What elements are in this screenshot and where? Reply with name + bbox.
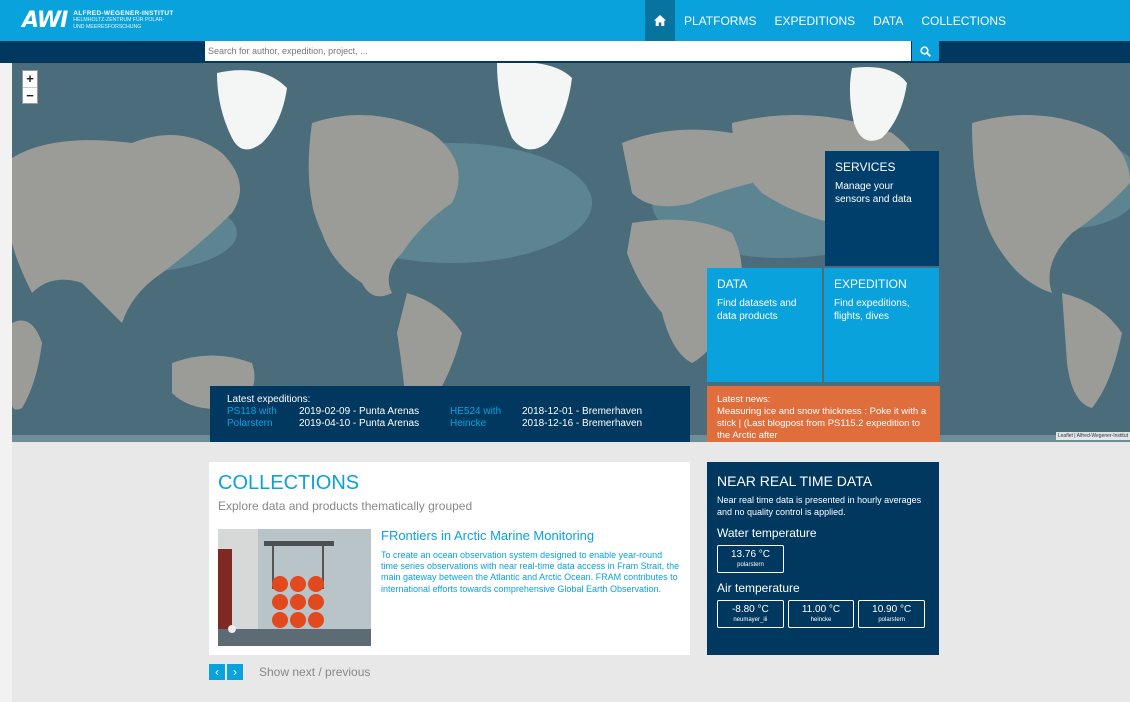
- expedition-entry: HE524 with Heincke 2018-12-01 - Bremerha…: [450, 406, 673, 430]
- latest-news-header: Latest news:: [717, 394, 771, 405]
- water-temp-reading[interactable]: 13.76 °C polarstern: [717, 545, 784, 573]
- nav-home-button[interactable]: [645, 0, 675, 41]
- services-tile[interactable]: SERVICES Manage your sensors and data: [825, 151, 939, 266]
- logo-line-1: ALFRED-WEGENER-INSTITUT: [73, 10, 174, 17]
- collections-title[interactable]: COLLECTIONS: [218, 472, 681, 495]
- expedition-name-line2: Heincke: [450, 418, 487, 429]
- nav-collections[interactable]: COLLECTIONS: [912, 0, 1015, 41]
- zoom-in-button[interactable]: +: [23, 71, 37, 87]
- reading-value: 11.00 °C: [801, 604, 841, 615]
- expedition-tile[interactable]: EXPEDITION Find expeditions, flights, di…: [824, 268, 939, 382]
- expedition-end: 2019-04-10 - Punta Arenas: [299, 418, 420, 429]
- logo-text: ALFRED-WEGENER-INSTITUT HELMHOLTZ-ZENTRU…: [73, 10, 173, 31]
- reading-station: polarstern: [737, 562, 764, 568]
- water-temperature-label: Water temperature: [717, 526, 817, 540]
- collection-item-description: To create an ocean observation system de…: [381, 550, 680, 594]
- expedition-name-line1: PS118 with: [227, 406, 277, 417]
- latest-news-panel[interactable]: Latest news: Measuring ice and snow thic…: [707, 386, 940, 442]
- map-attribution[interactable]: Leaflet | Alfred-Wegener-Institut: [1055, 432, 1130, 440]
- search-input[interactable]: [205, 41, 911, 61]
- main-nav: PLATFORMS EXPEDITIONS DATA COLLECTIONS: [645, 0, 1015, 41]
- expedition-start: 2018-12-01 - Bremerhaven: [522, 406, 643, 417]
- reading-value: -8.80 °C: [731, 604, 769, 615]
- reading-value: 13.76 °C: [730, 549, 771, 560]
- top-bar: AWI ALFRED-WEGENER-INSTITUT HELMHOLTZ-ZE…: [0, 0, 1130, 41]
- awi-logo[interactable]: AWI ALFRED-WEGENER-INSTITUT HELMHOLTZ-ZE…: [22, 8, 174, 33]
- pager-label: Show next / previous: [259, 665, 371, 679]
- collection-item-title[interactable]: FRontiers in Arctic Marine Monitoring: [381, 528, 594, 543]
- previous-button[interactable]: ‹: [209, 664, 225, 680]
- reading-value: 10.90 °C: [872, 604, 912, 615]
- expedition-end: 2018-12-16 - Bremerhaven: [522, 418, 643, 429]
- zoom-out-button[interactable]: −: [23, 87, 37, 103]
- latest-expeditions-header: Latest expeditions:: [227, 394, 311, 405]
- expedition-start: 2019-02-09 - Punta Arenas: [299, 406, 420, 417]
- air-temperature-label: Air temperature: [717, 581, 800, 595]
- logo-line-3: UND MEERESFORSCHUNG: [73, 24, 142, 30]
- next-button[interactable]: ›: [227, 664, 243, 680]
- nav-platforms[interactable]: PLATFORMS: [675, 0, 765, 41]
- expedition-title: EXPEDITION: [834, 277, 907, 291]
- expedition-link-ps118[interactable]: PS118 with Polarstern: [227, 406, 299, 430]
- logo-mark: AWI: [22, 8, 68, 33]
- collection-image[interactable]: [218, 529, 371, 646]
- collections-subtitle: Explore data and products thematically g…: [218, 499, 473, 513]
- search-bar: [0, 41, 1130, 63]
- home-icon: [654, 15, 666, 26]
- collections-panel: COLLECTIONS Explore data and products th…: [209, 462, 690, 655]
- search-icon: [920, 45, 931, 57]
- nrt-title: NEAR REAL TIME DATA: [717, 473, 873, 489]
- air-temp-reading[interactable]: 11.00 °C heincke: [787, 600, 855, 628]
- reading-station: polarstern: [878, 617, 906, 623]
- zoom-control: + −: [22, 70, 38, 104]
- data-tile[interactable]: DATA Find datasets and data products: [707, 268, 822, 382]
- logo-line-2: HELMHOLTZ-ZENTRUM FÜR POLAR-: [73, 17, 165, 23]
- reading-station: heincke: [810, 617, 832, 623]
- collections-pager: ‹ › Show next / previous: [209, 664, 370, 680]
- expedition-subtitle: Find expeditions, flights, dives: [834, 298, 910, 322]
- nav-data[interactable]: DATA: [864, 0, 912, 41]
- near-real-time-panel: NEAR REAL TIME DATA Near real time data …: [707, 462, 939, 655]
- nrt-description: Near real time data is presented in hour…: [717, 495, 922, 517]
- services-subtitle: Manage your sensors and data: [835, 181, 912, 205]
- expedition-entry: PS118 with Polarstern 2019-02-09 - Punta…: [227, 406, 450, 430]
- data-subtitle: Find datasets and data products: [717, 298, 797, 322]
- air-temp-reading[interactable]: -8.80 °C neumayer_iii: [717, 600, 784, 628]
- expedition-link-he524[interactable]: HE524 with Heincke: [450, 406, 522, 430]
- air-temp-reading[interactable]: 10.90 °C polarstern: [858, 600, 926, 628]
- latest-news-text[interactable]: Measuring ice and snow thickness : Poke …: [717, 406, 930, 442]
- nav-expeditions[interactable]: EXPEDITIONS: [765, 0, 864, 41]
- data-title: DATA: [717, 277, 748, 291]
- services-title: SERVICES: [835, 160, 896, 174]
- expedition-name-line1: HE524 with: [450, 406, 502, 417]
- latest-expeditions-panel: Latest expeditions: PS118 with Polarster…: [210, 386, 690, 442]
- search-button[interactable]: [912, 41, 939, 61]
- reading-station: neumayer_iii: [733, 617, 768, 623]
- expedition-name-line2: Polarstern: [227, 418, 273, 429]
